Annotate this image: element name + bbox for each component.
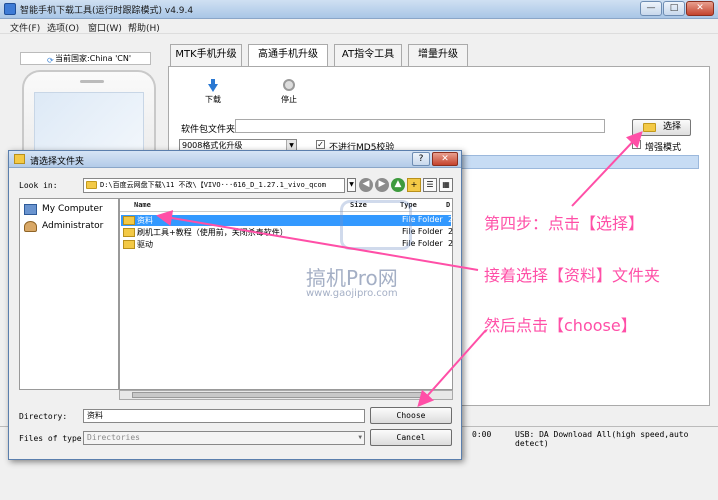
arrow-to-choose [417, 329, 487, 407]
annotation-step4: 第四步：点击【选择】 [484, 214, 645, 233]
arrow-to-folder [156, 210, 479, 271]
annotation-step-final: 然后点击【choose】 [484, 316, 637, 335]
arrow-to-select [571, 131, 643, 207]
annotation-step-next: 接着选择【资料】文件夹 [484, 266, 661, 285]
annotation-arrows [156, 131, 643, 407]
